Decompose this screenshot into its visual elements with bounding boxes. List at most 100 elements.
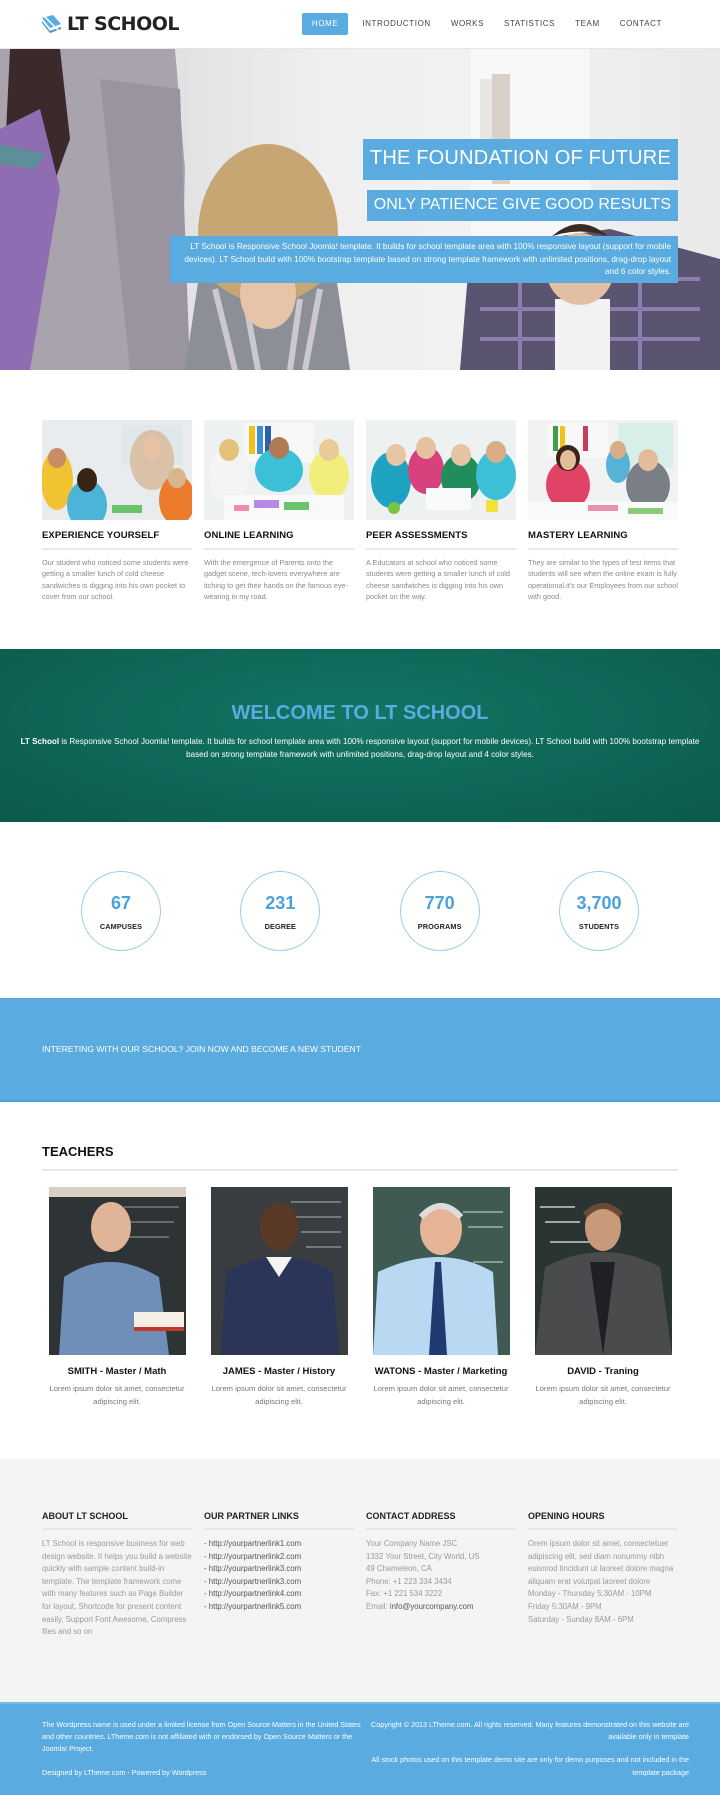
- teacher-name: DAVID - Traning: [567, 1366, 639, 1377]
- partner-link[interactable]: - http://yourpartnerlink2.com: [204, 1551, 354, 1564]
- nav-works[interactable]: WORKS: [441, 13, 494, 35]
- footer-about-title: ABOUT LT SCHOOL: [42, 1511, 192, 1530]
- partner-link[interactable]: - http://yourpartnerlink3.com: [204, 1563, 354, 1576]
- hours-line: Monday - Thursday 5:30AM - 10PM: [528, 1589, 652, 1599]
- welcome-line-1: is Responsive School Joomla! template. I…: [59, 737, 700, 746]
- cta-text[interactable]: INTERETING WITH OUR SCHOOL? JOIN NOW AND…: [42, 1044, 361, 1054]
- teacher-desc: Lorem ipsum dolor sit amet, consectetur …: [373, 1384, 509, 1406]
- teacher-card: SMITH - Master / Math Lorem ipsum dolor …: [42, 1187, 192, 1408]
- partner-link[interactable]: - http://yourpartnerlink5.com: [204, 1601, 354, 1614]
- teacher-name: SMITH - Master / Math: [67, 1366, 167, 1377]
- feature-card: MASTERY LEARNING They are similar to the…: [528, 420, 678, 602]
- nav-contact[interactable]: CONTACT: [610, 13, 672, 35]
- features-section: EXPERIENCE YOURSELF Our student who noti…: [42, 420, 678, 602]
- contact-phone: Phone: +1 223 334 3434: [366, 1576, 452, 1586]
- contact-email-label: Email:: [366, 1601, 390, 1611]
- footer-contact: CONTACT ADDRESS Your Company Name JSC 13…: [366, 1511, 516, 1639]
- footer-hours: OPENING HOURS Orem ipsum dolor sit amet,…: [528, 1511, 678, 1639]
- teacher-desc: Lorem ipsum dolor sit amet, consectetur …: [211, 1384, 347, 1406]
- nav-statistics[interactable]: STATISTICS: [494, 13, 565, 35]
- designed-by[interactable]: Designed by LTheme.com - Powered by Word…: [42, 1767, 362, 1779]
- cta-banner: INTERETING WITH OUR SCHOOL? JOIN NOW AND…: [0, 998, 720, 1102]
- partner-links: - http://yourpartnerlink1.com - http://y…: [204, 1538, 354, 1614]
- footer-bottom-right: Copyright © 2013 LTheme.com. All rights …: [359, 1719, 689, 1779]
- stat-label: CAMPUSES: [99, 922, 143, 931]
- logo-text: LT SCHOOL: [67, 13, 179, 35]
- feature-title: PEER ASSESSMENTS: [366, 530, 516, 550]
- welcome-brand: LT School: [20, 737, 60, 746]
- hero-subtitle: ONLY PATIENCE GIVE GOOD RESULTS: [366, 190, 678, 221]
- footer-hours-title: OPENING HOURS: [528, 1511, 678, 1530]
- welcome-text: LT School is Responsive School Joomla! t…: [0, 735, 720, 761]
- nav-team[interactable]: TEAM: [565, 13, 610, 35]
- logo[interactable]: LT SCHOOL: [41, 12, 179, 36]
- teachers-title: TEACHERS: [42, 1144, 114, 1159]
- stat-value: 231: [265, 893, 296, 913]
- feature-card: ONLINE LEARNING With the emergence of Pa…: [204, 420, 354, 602]
- contact-fax: Fax: +1 221 534 3222: [366, 1589, 443, 1599]
- footer-bottom: The Wordpress name is used under a limit…: [0, 1702, 720, 1795]
- stats-section: 67 CAMPUSES 231 DEGREE 770 PROGRAMS 3,70…: [81, 871, 639, 951]
- feature-image[interactable]: [204, 420, 354, 520]
- partner-link[interactable]: - http://yourpartnerlink3.com: [204, 1576, 354, 1589]
- partner-link[interactable]: - http://yourpartnerlink4.com: [204, 1588, 354, 1601]
- teachers-divider: [42, 1169, 678, 1171]
- stat-programs: 770 PROGRAMS: [399, 871, 480, 951]
- footer-partners-title: OUR PARTNER LINKS: [204, 1511, 354, 1530]
- feature-text: They are similar to the types of test it…: [528, 558, 678, 601]
- feature-card: EXPERIENCE YOURSELF Our student who noti…: [42, 420, 192, 602]
- feature-text: A Educators at school who noticed some s…: [366, 558, 510, 601]
- hero-description: LT School is Responsive School Joomla! t…: [170, 236, 678, 283]
- teacher-name: JAMES - Master / History: [222, 1366, 336, 1377]
- book-logo-icon: [41, 14, 63, 34]
- hero-banner: THE FOUNDATION OF FUTURE ONLY PATIENCE G…: [0, 49, 720, 370]
- footer-partners: OUR PARTNER LINKS - http://yourpartnerli…: [204, 1511, 354, 1639]
- teacher-photo[interactable]: [372, 1187, 510, 1355]
- teachers-section: SMITH - Master / Math Lorem ipsum dolor …: [42, 1187, 678, 1408]
- teacher-card: JAMES - Master / History Lorem ipsum dol…: [204, 1187, 354, 1408]
- contact-street: 1332 Your Street, City World, US: [366, 1551, 480, 1561]
- teacher-desc: Lorem ipsum dolor sit amet, consectetur …: [49, 1384, 185, 1406]
- contact-city: 49 Chameleon, CA: [366, 1564, 432, 1574]
- teacher-photo[interactable]: [48, 1187, 186, 1355]
- feature-title: ONLINE LEARNING: [204, 530, 354, 550]
- main-nav: HOME INTRODUCTION WORKS STATISTICS TEAM …: [301, 13, 672, 35]
- stat-students: 3,700 STUDENTS: [558, 871, 639, 951]
- hours-intro: Orem ipsum dolor sit amet, consectetuer …: [528, 1539, 674, 1586]
- footer-about: ABOUT LT SCHOOL LT School is responsive …: [42, 1511, 192, 1639]
- contact-company: Your Company Name JSC: [366, 1539, 458, 1548]
- teacher-name: WATONS - Master / Marketing: [374, 1366, 508, 1377]
- teacher-card: WATONS - Master / Marketing Lorem ipsum …: [366, 1187, 516, 1408]
- hero-title: THE FOUNDATION OF FUTURE: [362, 139, 678, 180]
- welcome-line-2: based on strong template framework with …: [186, 750, 534, 759]
- teacher-photo[interactable]: [534, 1187, 672, 1355]
- feature-image[interactable]: [528, 420, 678, 520]
- stat-label: PROGRAMS: [417, 922, 462, 931]
- stat-value: 770: [424, 893, 455, 913]
- contact-email-link[interactable]: info@yourcompany.com: [390, 1602, 474, 1611]
- stat-value: 3,700: [576, 893, 622, 913]
- partner-link[interactable]: - http://yourpartnerlink1.com: [204, 1538, 354, 1551]
- feature-image[interactable]: [366, 420, 516, 520]
- contact-email-row: Email: info@yourcompany.com: [366, 1601, 516, 1614]
- hours-details: Orem ipsum dolor sit amet, consectetuer …: [528, 1538, 678, 1626]
- license-text: The Wordpress name is used under a limit…: [42, 1720, 361, 1754]
- footer-contact-title: CONTACT ADDRESS: [366, 1511, 516, 1530]
- welcome-section: WELCOME TO LT SCHOOL LT School is Respon…: [0, 649, 720, 822]
- teacher-desc: Lorem ipsum dolor sit amet, consectetur …: [535, 1384, 671, 1406]
- teacher-photo[interactable]: [210, 1187, 348, 1355]
- stat-degree: 231 DEGREE: [240, 871, 321, 951]
- feature-image[interactable]: [42, 420, 192, 520]
- stat-label: DEGREE: [264, 922, 297, 931]
- contact-details: Your Company Name JSC 1332 Your Street, …: [366, 1538, 516, 1614]
- feature-card: PEER ASSESSMENTS A Educators at school w…: [366, 420, 516, 602]
- hours-line: Saturday - Sunday 8AM - 6PM: [528, 1614, 634, 1624]
- footer-bottom-left: The Wordpress name is used under a limit…: [42, 1719, 362, 1779]
- feature-text: Our student who noticed some students we…: [42, 558, 189, 601]
- feature-text: With the emergence of Parents onto the g…: [204, 558, 348, 601]
- feature-title: MASTERY LEARNING: [528, 530, 678, 550]
- nav-introduction[interactable]: INTRODUCTION: [352, 13, 441, 35]
- footer-about-text: LT School is responsive business for web…: [42, 1539, 192, 1637]
- nav-home[interactable]: HOME: [301, 13, 349, 35]
- stat-value: 67: [110, 893, 132, 913]
